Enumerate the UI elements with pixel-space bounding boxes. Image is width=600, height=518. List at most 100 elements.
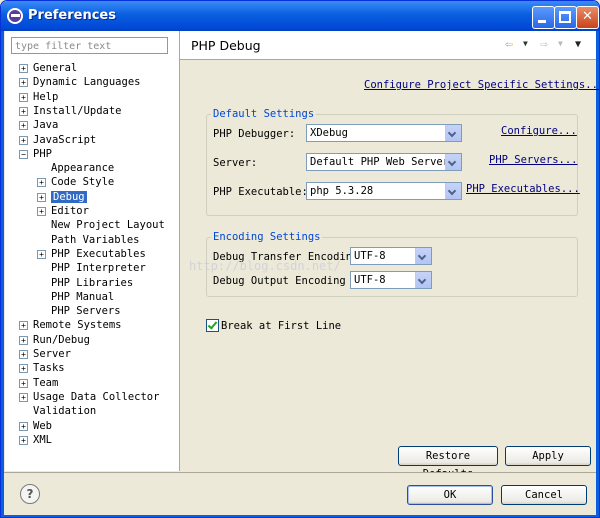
expand-icon[interactable]: + <box>19 392 28 402</box>
tree-item-php-interpreter[interactable]: PHP Interpreter <box>51 261 146 275</box>
php-debug-page: PHP Debug ⇦ ▼ ⇨ ▼ ▼ Configure Project Sp… <box>180 31 599 480</box>
tree-item-php-executables[interactable]: + PHP Executables <box>37 247 146 261</box>
watermark-text: http://blog.csdn.net/ <box>189 259 341 273</box>
break-first-line-checkbox[interactable] <box>206 319 219 332</box>
help-icon[interactable]: ? <box>20 484 40 504</box>
tree-item-run-debug[interactable]: + Run/Debug <box>19 333 90 347</box>
tree-item-php-manual[interactable]: PHP Manual <box>51 290 114 304</box>
tree-item-xml[interactable]: + XML <box>19 433 52 447</box>
preferences-tree-pane: type filter text + General + Dynamic Langua… <box>5 31 180 471</box>
configure-debugger-link[interactable]: Configure... <box>501 125 577 137</box>
tree-item-path-variables[interactable]: Path Variables <box>51 233 140 247</box>
ok-button[interactable]: OK <box>407 485 493 505</box>
chevron-down-icon[interactable] <box>445 183 461 199</box>
expand-icon[interactable]: + <box>37 178 46 188</box>
tree-item-label: Validation <box>33 405 97 418</box>
tree-item-label: JavaScript <box>33 133 97 146</box>
php-servers-link[interactable]: PHP Servers... <box>489 154 578 166</box>
title-bar[interactable]: Preferences ✕ <box>1 1 599 31</box>
expand-icon[interactable]: + <box>37 192 46 202</box>
php-executables-link[interactable]: PHP Executables... <box>466 183 580 195</box>
output-encoding-combo[interactable]: UTF-8 <box>350 271 432 289</box>
expand-icon[interactable]: + <box>37 249 46 259</box>
chevron-down-icon[interactable] <box>445 125 461 141</box>
window-title: Preferences <box>28 8 116 23</box>
expand-icon[interactable]: + <box>19 64 28 73</box>
apply-button[interactable]: Apply <box>505 446 591 466</box>
php-executable-combo[interactable]: php 5.3.28 <box>306 182 462 200</box>
window-frame-right <box>596 31 599 517</box>
view-menu-icon[interactable]: ▼ <box>575 39 581 50</box>
tree-item-label: XML <box>33 433 52 446</box>
tree-item-dynamic-languages[interactable]: + Dynamic Languages <box>19 75 140 89</box>
maximize-button[interactable] <box>554 6 577 29</box>
php-debugger-label: PHP Debugger: <box>213 128 296 140</box>
tree-item-general[interactable]: + General <box>19 61 78 75</box>
cancel-button[interactable]: Cancel <box>501 485 587 505</box>
chevron-down-icon[interactable] <box>415 248 431 264</box>
break-first-line-label[interactable]: Break at First Line <box>221 320 341 332</box>
expand-icon[interactable]: + <box>19 421 28 431</box>
restore-defaults-button[interactable]: Restore Defaults <box>398 446 498 480</box>
expand-icon[interactable]: + <box>19 78 28 88</box>
tree-item-label: Server <box>33 348 71 360</box>
tree-item-label: PHP Manual <box>51 290 115 303</box>
tree-item-server[interactable]: + Server <box>19 347 71 361</box>
tree-item-label: PHP Servers <box>51 305 121 318</box>
expand-icon[interactable]: + <box>19 121 28 131</box>
forward-menu-chevron-icon[interactable]: ▼ <box>558 39 563 48</box>
collapse-icon[interactable]: − <box>19 149 28 159</box>
tree-item-appearance[interactable]: Appearance <box>51 161 114 175</box>
transfer-encoding-combo[interactable]: UTF-8 <box>350 247 432 265</box>
php-executable-value: php 5.3.28 <box>310 185 374 197</box>
tree-item-web[interactable]: + Web <box>19 419 52 433</box>
tree-item-javascript[interactable]: + JavaScript <box>19 133 97 147</box>
tree-item-usage-data-collector[interactable]: + Usage Data Collector <box>19 390 159 404</box>
back-menu-chevron-icon[interactable]: ▼ <box>523 39 528 48</box>
tree-item-validation[interactable]: Validation <box>33 404 96 418</box>
expand-icon[interactable]: + <box>19 435 28 445</box>
configure-project-settings-link[interactable]: Configure Project Specific Settings... <box>364 79 599 91</box>
tree-item-php[interactable]: − PHP <box>19 147 52 161</box>
expand-icon[interactable]: + <box>19 321 28 331</box>
expand-icon[interactable]: + <box>37 207 46 216</box>
tree-item-new-project-layout[interactable]: New Project Layout <box>51 218 165 232</box>
expand-icon[interactable]: + <box>19 106 28 116</box>
tree-item-code-style[interactable]: + Code Style <box>37 175 114 189</box>
expand-icon[interactable]: + <box>19 378 28 388</box>
expand-icon[interactable]: + <box>19 92 28 102</box>
php-debugger-value: XDebug <box>310 127 348 139</box>
tree-item-label: Tasks <box>33 362 65 375</box>
tree-item-tasks[interactable]: + Tasks <box>19 361 65 375</box>
tree-item-label: Install/Update <box>33 104 122 117</box>
server-combo[interactable]: Default PHP Web Server <box>306 153 462 171</box>
tree-item-label: Web <box>33 419 52 432</box>
chevron-down-icon[interactable] <box>445 154 461 170</box>
encoding-settings-title: Encoding Settings <box>211 231 323 243</box>
tree-item-remote-systems[interactable]: + Remote Systems <box>19 318 122 332</box>
tree-item-label: General <box>33 62 78 74</box>
expand-icon[interactable]: + <box>19 335 28 345</box>
expand-icon[interactable]: + <box>19 364 28 374</box>
tree-item-php-servers[interactable]: PHP Servers <box>51 304 121 318</box>
tree-item-java[interactable]: + Java <box>19 118 58 132</box>
eclipse-icon <box>7 8 23 24</box>
forward-arrow-icon[interactable]: ⇨ <box>540 37 548 52</box>
tree-item-install-update[interactable]: + Install/Update <box>19 104 122 118</box>
expand-icon[interactable]: + <box>19 135 28 145</box>
tree-item-team[interactable]: + Team <box>19 376 59 390</box>
tree-item-editor[interactable]: + Editor <box>37 204 89 218</box>
back-arrow-icon[interactable]: ⇦ <box>505 37 513 52</box>
close-button[interactable]: ✕ <box>576 6 599 29</box>
tree-item-label: Team <box>33 376 59 389</box>
chevron-down-icon[interactable] <box>415 272 431 288</box>
minimize-button[interactable] <box>532 6 555 29</box>
tree-item-label: PHP Interpreter <box>51 262 146 275</box>
filter-input[interactable]: type filter text <box>11 37 168 54</box>
tree-item-php-libraries[interactable]: PHP Libraries <box>51 276 133 290</box>
expand-icon[interactable]: + <box>19 350 28 359</box>
default-settings-title: Default Settings <box>211 108 317 120</box>
tree-item-help[interactable]: + Help <box>19 90 58 104</box>
tree-item-debug[interactable]: + Debug <box>37 190 87 204</box>
php-debugger-combo[interactable]: XDebug <box>306 124 462 142</box>
